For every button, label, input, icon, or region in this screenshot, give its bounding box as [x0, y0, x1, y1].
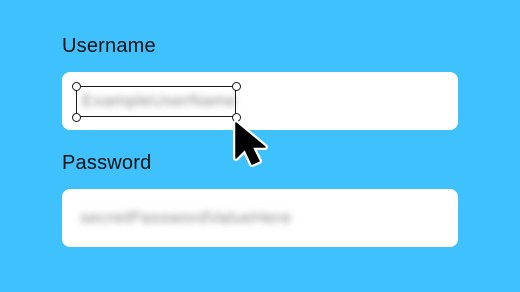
selection-handle-top-right[interactable]	[231, 81, 241, 91]
username-label: Username	[62, 35, 156, 57]
arrow-pointer-icon	[233, 120, 268, 167]
selection-handle-top-left[interactable]	[71, 81, 81, 91]
password-input[interactable]: secretPasswordValueHere	[62, 189, 458, 247]
password-value-blurred: secretPasswordValueHere	[80, 208, 292, 227]
selection-handle-bottom-left[interactable]	[71, 112, 81, 122]
text-selection-box[interactable]	[76, 86, 236, 117]
password-label: Password	[62, 152, 152, 174]
